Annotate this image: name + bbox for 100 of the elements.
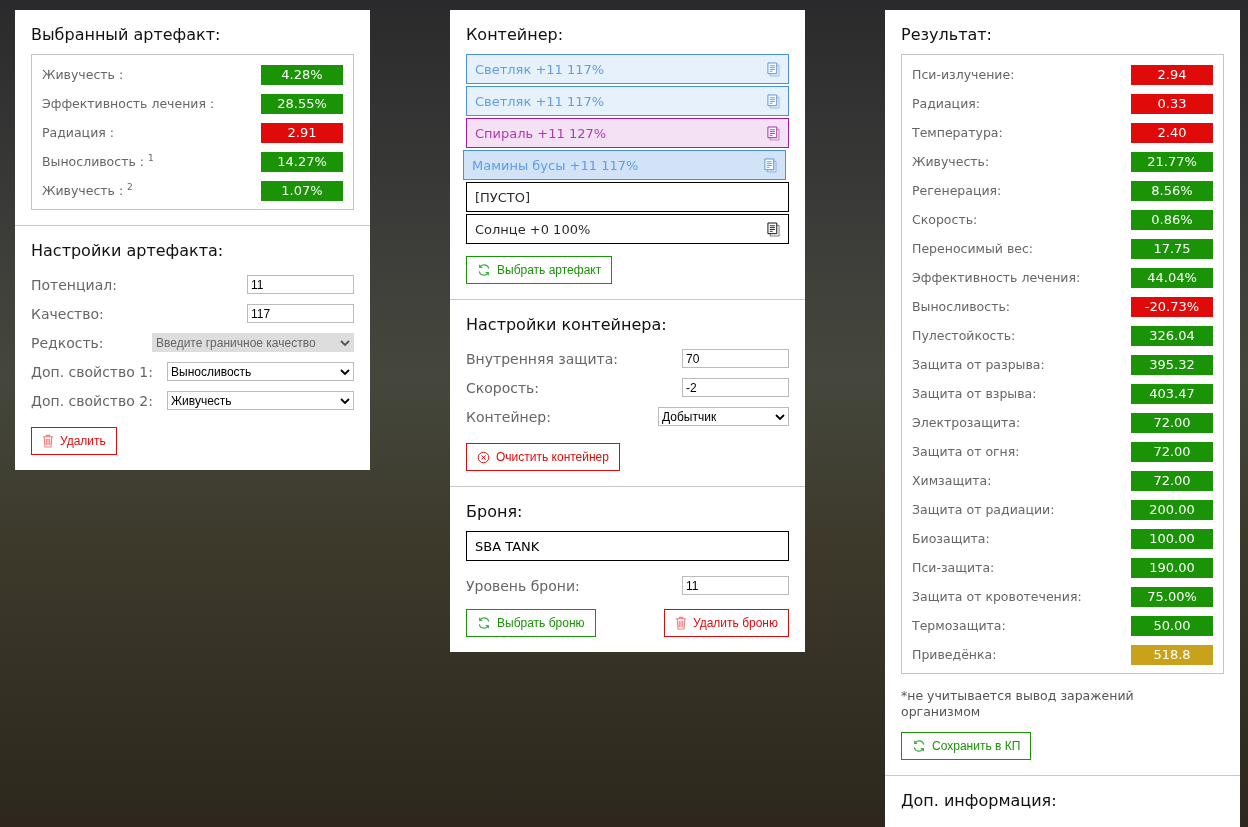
clear-button[interactable]: Очистить контейнер [466,443,620,471]
stat-value: 100.00 [1131,528,1213,549]
dropdown[interactable]: Выносливость [167,362,354,381]
stat-label: Температура: [912,125,1003,140]
stat-label: Защита от радиации: [912,502,1055,517]
stat-label: Защита от взрыва: [912,386,1037,401]
field-label: Скорость: [466,379,540,396]
stat-label: Регенерация: [912,183,1002,198]
footnote: *не учитывается вывод заражений организмом [901,688,1135,720]
stat-value: 2.94 [1131,64,1213,85]
section-title: Выбранный артефакт: [31,25,222,44]
document-icon [767,93,780,109]
container-slot[interactable]: Солнце +0 100% [466,214,789,244]
trash-icon [42,434,54,448]
stat-value: 28.55% [261,93,343,114]
stat-label: Переносимый вес: [912,241,1034,256]
section-title: Настройки артефакта: [31,241,225,260]
section-title: Контейнер: [466,25,565,44]
stat-value: 0.86% [1131,209,1213,230]
stat-value: 190.00 [1131,557,1213,578]
cancel-icon [477,450,490,464]
stat-value: 50.00 [1131,615,1213,636]
field-label: Внутренняя защита: [466,350,619,367]
input-field[interactable]: 11 [247,275,354,294]
stat-value: 72.00 [1131,412,1213,433]
refresh-icon [477,616,491,630]
section-title: Результат: [901,25,993,44]
stat-label: Выносливость : $^{1}$ [42,153,154,170]
stat-value: 75.00% [1131,586,1213,607]
chevron-down-icon [340,339,350,346]
stat-value: 72.00 [1131,470,1213,491]
stat-value: 2.91 [261,122,343,143]
stat-value: 403.47 [1131,383,1213,404]
container-slot[interactable]: [ПУСТО] [466,182,789,212]
stat-label: Пси-излучение: [912,67,1015,82]
field-label: Доп. свойство 2: [31,392,153,409]
dropdown[interactable]: Живучесть [167,391,354,410]
stat-value: 14.27% [261,151,343,172]
chevron-down-icon [775,413,785,420]
document-icon [767,61,780,77]
document-icon [767,221,780,237]
stat-value: 326.04 [1131,325,1213,346]
document-icon [767,125,780,141]
field-label: Доп. свойство 1: [31,363,153,380]
input-field[interactable]: 11 [682,576,789,595]
stat-label: Защита от разрыва: [912,357,1045,372]
document-icon [764,157,777,173]
stat-value: 200.00 [1131,499,1213,520]
stat-value: 72.00 [1131,441,1213,462]
stat-label: Пси-защита: [912,560,995,575]
input-field[interactable]: 70 [682,349,789,368]
chevron-down-icon [340,368,350,375]
delete-button[interactable]: Удалить броню [664,609,789,637]
stat-label: Защита от огня: [912,444,1020,459]
stat-value: 518.8 [1131,644,1213,665]
stat-value: 21.77% [1131,151,1213,172]
stat-value: 4.28% [261,64,343,85]
chevron-down-icon [340,397,350,404]
select-button[interactable]: Выбрать броню [466,609,596,637]
armor-name-field[interactable]: SBA TANK [466,531,789,561]
trash-icon [675,616,687,630]
field-label: Редкость: [31,334,104,351]
stat-label: Пулестойкость: [912,328,1016,343]
stat-label: Защита от кровотечения: [912,589,1082,604]
field-label: Уровень брони: [466,577,580,594]
stat-value: 17.75 [1131,238,1213,259]
field-label: Потенциал: [31,276,117,293]
stat-label: Радиация : [42,125,114,140]
delete-button[interactable]: Удалить [31,427,117,455]
stat-label: Скорость: [912,212,978,227]
field-label: Контейнер: [466,408,551,425]
field-label: Качество: [31,305,104,322]
stat-label: Электрозащита: [912,415,1021,430]
dropdown[interactable]: Добытчик [658,407,789,426]
stat-label: Живучесть: [912,154,990,169]
stat-label: Радиация: [912,96,980,111]
stat-value: 0.33 [1131,93,1213,114]
stat-value: -20.73% [1131,296,1213,317]
stat-value: 395.32 [1131,354,1213,375]
container-slot[interactable]: Спираль +11 127% [466,118,789,148]
stat-label: Эффективность лечения: [912,270,1081,285]
refresh-icon [912,739,926,753]
stat-label: Приведёнка: [912,647,997,662]
stat-label: Эффективность лечения : [42,96,215,111]
stat-value: 8.56% [1131,180,1213,201]
stat-label: Живучесть : [42,67,124,82]
stat-label: Живучесть : $^{2}$ [42,182,133,199]
stat-label: Выносливость: [912,299,1010,314]
input-field[interactable]: -2 [682,378,789,397]
select-button[interactable]: Выбрать артефакт [466,256,613,284]
input-field[interactable]: 117 [247,304,354,323]
stat-label: Биозащита: [912,531,990,546]
refresh-icon [477,263,491,277]
section-title: Настройки контейнера: [466,315,668,334]
stat-label: Химзащита: [912,473,992,488]
select-button[interactable]: Сохранить в КП [901,732,1032,760]
stat-value: 44.04% [1131,267,1213,288]
stat-value: 1.07% [261,180,343,201]
stat-label: Термозащита: [912,618,1006,633]
section-title: Броня: [466,502,524,521]
